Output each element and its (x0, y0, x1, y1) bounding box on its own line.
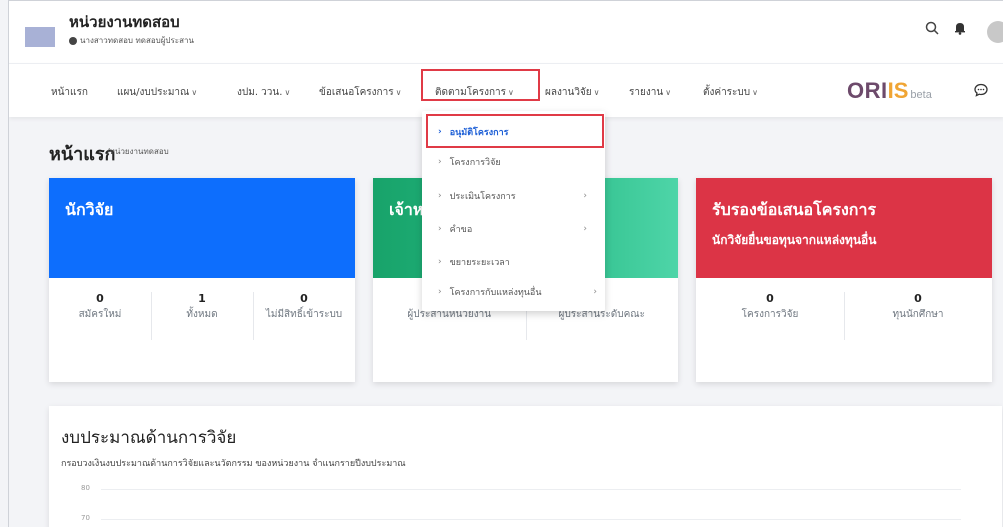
bell-icon[interactable] (953, 21, 967, 35)
menu-item-requests[interactable]: › คำขอ › (422, 216, 605, 241)
submenu-arrow-icon: › (593, 286, 597, 297)
proposal-card-header: รับรองข้อเสนอโครงการ นักวิจัยยื่นขอทุนจา… (696, 178, 992, 278)
chat-icon[interactable] (974, 83, 988, 97)
chevron-down-icon: ∨ (191, 88, 198, 97)
researcher-card-header: นักวิจัย (49, 178, 355, 278)
stat-value: 1 (198, 292, 206, 305)
chevron-right-icon: › (438, 256, 442, 267)
chevron-right-icon: › (438, 223, 442, 234)
y-tick-label: 70 (81, 514, 90, 522)
chevron-down-icon: ∨ (284, 88, 291, 97)
stat-value: 0 (914, 292, 922, 305)
stat-label: ทุนนักศึกษา (892, 309, 944, 320)
chevron-right-icon: › (438, 286, 442, 297)
nav-proposal[interactable]: ข้อเสนอโครงการ ∨ (319, 85, 401, 100)
nav-home[interactable]: หน้าแรก (51, 85, 88, 100)
submenu-arrow-icon: › (583, 223, 587, 234)
nav-settings-label: ตั้งค่าระบบ (703, 87, 751, 98)
nav-research-output-label: ผลงานวิจัย (545, 87, 592, 98)
user-info[interactable]: นางสาวทดสอบ ทดสอบผู้ประสาน (69, 34, 194, 47)
app-frame: หน่วยงานทดสอบ นางสาวทดสอบ ทดสอบผู้ประสาน… (8, 0, 1003, 527)
stat-value: 0 (766, 292, 774, 305)
org-logo (25, 27, 55, 47)
top-header: หน่วยงานทดสอบ นางสาวทดสอบ ทดสอบผู้ประสาน (9, 1, 1003, 63)
menu-item-other-funding[interactable]: › โครงการกับแหล่งทุนอื่น › (422, 279, 605, 304)
nav-home-label: หน้าแรก (51, 87, 88, 98)
budget-subtitle: กรอบวงเงินงบประมาณด้านการวิจัยและนวัตกรร… (61, 459, 406, 469)
menu-item-label: คำขอ (449, 224, 473, 235)
chevron-down-icon: ∨ (395, 88, 402, 97)
grid-line (101, 489, 961, 490)
stat-value: 0 (96, 292, 104, 305)
nav-plan-budget-label: แผน/งบประมาณ (117, 87, 190, 98)
nav-budget-rsi[interactable]: งปม. ววน. ∨ (237, 85, 290, 100)
search-icon[interactable] (925, 21, 939, 35)
menu-item-label: ขยายระยะเวลา (449, 257, 510, 268)
chevron-down-icon: ∨ (752, 88, 758, 97)
stat-label: สมัครใหม่ (78, 309, 122, 320)
nav-report[interactable]: รายงาน ∨ (629, 85, 671, 100)
nav-budget-rsi-label: งปม. ววน. (237, 87, 283, 98)
stat-label: โครงการวิจัย (741, 309, 799, 320)
breadcrumb: /หน่วยงานทดสอบ (107, 147, 169, 156)
budget-panel: งบประมาณด้านการวิจัย กรอบวงเงินงบประมาณด… (49, 406, 1002, 527)
stat-label: ไม่มีสิทธิ์เข้าระบบ (265, 309, 343, 320)
researcher-card[interactable]: นักวิจัย 0 สมัครใหม่ 1 ทั้งหมด 0 ไม่มีสิ… (49, 178, 355, 382)
menu-item-evaluate-project[interactable]: › ประเมินโครงการ › (422, 183, 605, 208)
menu-item-research-projects[interactable]: › โครงการวิจัย (422, 149, 605, 174)
stat-student-grants[interactable]: 0 ทุนนักศึกษา (844, 292, 992, 382)
menu-item-label: โครงการวิจัย (449, 157, 501, 168)
chevron-down-icon: ∨ (593, 88, 600, 97)
stat-value: 0 (300, 292, 308, 305)
researcher-stats: 0 สมัครใหม่ 1 ทั้งหมด 0 ไม่มีสิทธิ์เข้าร… (49, 278, 355, 382)
stat-research-projects[interactable]: 0 โครงการวิจัย (696, 292, 844, 382)
brand-part1: ORI (847, 78, 888, 103)
brand-beta: beta (910, 89, 932, 101)
chevron-right-icon: › (438, 190, 442, 201)
nav-highlight-box (421, 69, 540, 101)
budget-title: งบประมาณด้านการวิจัย (61, 428, 237, 448)
proposal-stats: 0 โครงการวิจัย 0 ทุนนักศึกษา (696, 278, 992, 382)
stat-no-access[interactable]: 0 ไม่มีสิทธิ์เข้าระบบ (253, 292, 355, 382)
chevron-right-icon: › (438, 156, 442, 167)
nav-plan-budget[interactable]: แผน/งบประมาณ ∨ (117, 85, 197, 100)
avatar[interactable] (987, 21, 1003, 43)
brand-part2: IS (887, 78, 909, 103)
brand-logo: ORIIS beta (847, 78, 932, 104)
nav-report-label: รายงาน (629, 87, 664, 98)
nav-settings[interactable]: ตั้งค่าระบบ ∨ (703, 85, 758, 100)
page-title: หน้าแรก (49, 144, 116, 165)
nav-research-output[interactable]: ผลงานวิจัย ∨ (545, 85, 600, 100)
researcher-card-title: นักวิจัย (65, 200, 114, 219)
menu-item-label: โครงการกับแหล่งทุนอื่น (449, 287, 542, 298)
org-name: หน่วยงานทดสอบ (69, 13, 180, 31)
chevron-down-icon: ∨ (665, 88, 672, 97)
menu-item-extend-period[interactable]: › ขยายระยะเวลา (422, 249, 605, 274)
user-name: นางสาวทดสอบ ทดสอบผู้ประสาน (80, 36, 194, 45)
proposal-card-subtitle: นักวิจัยยื่นขอทุนจากแหล่งทุนอื่น (712, 233, 877, 247)
menu-item-label: ประเมินโครงการ (449, 191, 516, 202)
menu-highlight-box (426, 114, 604, 148)
stat-all-researchers[interactable]: 1 ทั้งหมด (151, 292, 253, 382)
y-tick-label: 80 (81, 484, 90, 492)
nav-proposal-label: ข้อเสนอโครงการ (319, 87, 394, 98)
proposal-card[interactable]: รับรองข้อเสนอโครงการ นักวิจัยยื่นขอทุนจา… (696, 178, 992, 382)
stat-label: ทั้งหมด (186, 309, 218, 320)
user-icon (69, 36, 77, 45)
submenu-arrow-icon: › (583, 190, 587, 201)
grid-line (101, 519, 961, 520)
proposal-card-title: รับรองข้อเสนอโครงการ (712, 200, 877, 219)
stat-new-researchers[interactable]: 0 สมัครใหม่ (49, 292, 151, 382)
